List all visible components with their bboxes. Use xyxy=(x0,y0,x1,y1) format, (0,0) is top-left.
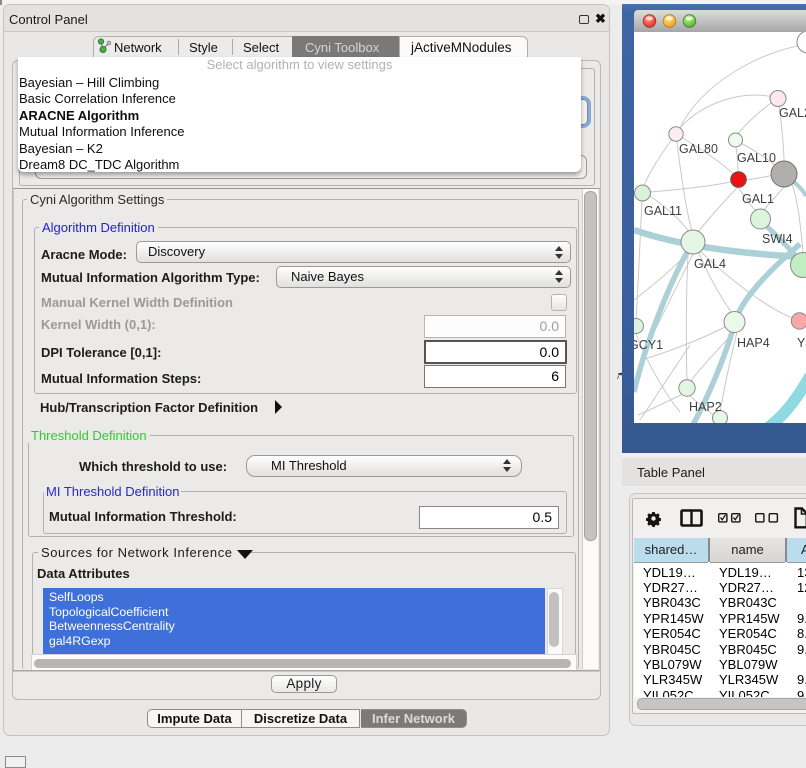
svg-text:YJ: YJ xyxy=(797,336,806,350)
svg-text:HAP2: HAP2 xyxy=(689,400,722,414)
svg-text:GAL2: GAL2 xyxy=(779,106,806,120)
svg-text:GCY1: GCY1 xyxy=(634,338,663,352)
svg-text:SWI4: SWI4 xyxy=(762,232,793,246)
svg-text:GAL11: GAL11 xyxy=(644,204,682,218)
svg-text:GAL1: GAL1 xyxy=(742,192,774,206)
svg-text:HAP4: HAP4 xyxy=(737,336,770,350)
svg-text:GAL10: GAL10 xyxy=(737,151,776,165)
svg-text:GAL80: GAL80 xyxy=(679,142,718,156)
svg-text:GAL4: GAL4 xyxy=(694,257,726,271)
